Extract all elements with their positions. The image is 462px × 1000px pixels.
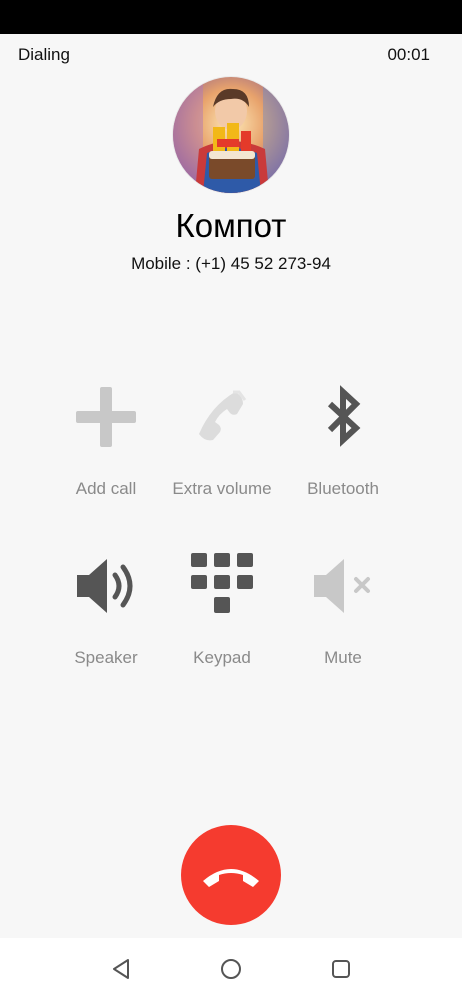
extra-volume-label: Extra volume	[172, 479, 272, 498]
extra-volume-button[interactable]: Extra volume	[157, 384, 287, 514]
contact-avatar	[173, 77, 289, 193]
home-icon[interactable]	[218, 956, 244, 982]
status-bar	[0, 0, 462, 34]
end-call-button[interactable]	[181, 825, 281, 925]
bluetooth-icon	[310, 384, 376, 450]
speaker-button[interactable]: Speaker	[41, 553, 171, 683]
bluetooth-button[interactable]: Bluetooth	[278, 384, 408, 514]
bluetooth-label: Bluetooth	[307, 479, 379, 498]
call-timer: 00:01	[387, 45, 430, 64]
mute-icon	[310, 553, 376, 619]
call-header: Dialing 00:01	[0, 34, 462, 74]
navigation-bar	[0, 938, 462, 1000]
back-icon[interactable]	[109, 956, 135, 982]
recents-icon[interactable]	[328, 956, 354, 982]
keypad-icon	[189, 553, 255, 619]
phone-hangup-icon	[203, 869, 259, 887]
plus-icon	[73, 384, 139, 450]
call-state: Dialing	[18, 45, 70, 64]
mute-label: Mute	[324, 648, 362, 667]
speaker-icon	[73, 553, 139, 619]
speaker-label: Speaker	[74, 648, 138, 667]
contact-name: Компот	[175, 207, 287, 244]
phone-volume-icon	[189, 384, 255, 450]
keypad-button[interactable]: Keypad	[157, 553, 287, 683]
keypad-label: Keypad	[193, 648, 251, 667]
contact-number: Mobile : (+1) 45 52 273-94	[131, 254, 331, 273]
mute-button[interactable]: Mute	[278, 553, 408, 683]
add-call-button[interactable]: Add call	[41, 384, 171, 514]
add-call-label: Add call	[75, 479, 137, 498]
